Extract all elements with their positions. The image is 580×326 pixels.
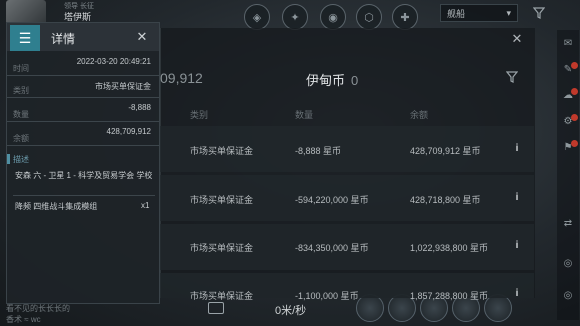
currency-name: 伊甸币 bbox=[306, 73, 346, 88]
field-value: 428,709,912 bbox=[106, 127, 152, 136]
row-amount: -834,350,000 bbox=[295, 243, 349, 253]
hud-shortcut-icon[interactable]: ◈ bbox=[244, 4, 270, 30]
detail-header: ☰ 详情 ✕ bbox=[7, 23, 159, 51]
hud-shortcut-icon[interactable]: ⬡ bbox=[356, 4, 382, 30]
field-label: 余额 bbox=[13, 134, 29, 143]
description-text: 安森 六 - 卫星 1 - 科学及贸易学会 学校 bbox=[15, 171, 153, 180]
rail-icon[interactable]: ☁ bbox=[560, 88, 578, 106]
bottom-left-text: 香术 ≈ wc bbox=[6, 315, 41, 324]
section-marker bbox=[7, 154, 10, 164]
speed-readout: 0米/秒 bbox=[275, 305, 307, 317]
currency-title: 伊甸币 0 bbox=[306, 70, 358, 89]
row-balance: 428,709,912 星币 bbox=[410, 146, 481, 156]
detail-panel: ☰ 详情 ✕ 时间 2022-03-20 20:49:21 类别 市场买单保证金… bbox=[6, 22, 160, 304]
row-balance: 428,718,800 星币 bbox=[410, 195, 481, 205]
divider bbox=[13, 195, 155, 196]
rail-icon[interactable]: ⚑ bbox=[560, 140, 578, 158]
field-value: 市场买单保证金 bbox=[95, 82, 151, 91]
right-rail: ✉ ✎ ☁ ⚙ ⚑ ⇄ ◎ ◎ bbox=[557, 30, 579, 320]
chevron-down-icon: ▾ bbox=[506, 7, 511, 18]
info-icon[interactable]: i bbox=[512, 192, 522, 204]
row-unit: 星币 bbox=[350, 195, 369, 205]
rail-icon[interactable]: ✎ bbox=[560, 62, 578, 80]
rail-icon[interactable]: ◎ bbox=[560, 258, 576, 274]
ship-dropdown[interactable]: 舰船 ▾ bbox=[440, 4, 518, 22]
item-quantity: x1 bbox=[141, 201, 150, 210]
balance-value: 09,912 bbox=[160, 70, 203, 86]
detail-field: 余额 428,709,912 bbox=[7, 121, 159, 146]
bottom-left-text: 看不见的长长长的 bbox=[6, 304, 70, 313]
row-category: 市场买单保证金 bbox=[190, 291, 254, 301]
filter-icon[interactable] bbox=[530, 4, 548, 22]
module-slot[interactable] bbox=[356, 294, 384, 322]
notification-badge bbox=[571, 88, 578, 95]
hud-shortcut-icon[interactable]: ✚ bbox=[392, 4, 418, 30]
row-unit: 星币 bbox=[350, 243, 369, 253]
camera-icon[interactable] bbox=[208, 302, 224, 314]
row-amount: -1,100,000 bbox=[295, 291, 339, 301]
notification-badge bbox=[571, 140, 578, 147]
row-category: 市场买单保证金 bbox=[190, 195, 254, 205]
field-label: 类别 bbox=[13, 86, 29, 95]
row-balance: 1,857,288,800 星币 bbox=[410, 291, 489, 301]
notification-badge bbox=[571, 114, 578, 121]
rail-icon[interactable]: ⇄ bbox=[560, 218, 576, 234]
row-amount: -594,220,000 bbox=[295, 195, 349, 205]
rail-icon[interactable]: ✉ bbox=[560, 38, 576, 54]
hud-shortcut-icon[interactable]: ✦ bbox=[282, 4, 308, 30]
row-unit: 星币 bbox=[340, 291, 359, 301]
close-icon[interactable]: ✕ bbox=[133, 28, 151, 46]
row-category: 市场买单保证金 bbox=[190, 146, 254, 156]
row-category: 市场买单保证金 bbox=[190, 243, 254, 253]
info-icon[interactable]: i bbox=[512, 240, 522, 252]
filter-icon[interactable] bbox=[503, 68, 521, 86]
currency-amount: 0 bbox=[351, 73, 359, 88]
menu-icon[interactable]: ☰ bbox=[10, 25, 40, 51]
rail-icon[interactable]: ⚙ bbox=[560, 114, 578, 132]
module-slot[interactable] bbox=[484, 294, 512, 322]
field-label: 数量 bbox=[13, 110, 29, 119]
detail-field: 类别 市场买单保证金 bbox=[7, 75, 159, 98]
hud-shortcut-icon[interactable]: ◉ bbox=[320, 4, 346, 30]
item-name[interactable]: 降频 四维战斗集成模组 bbox=[15, 201, 97, 212]
column-header-balance: 余额 bbox=[410, 110, 429, 120]
row-balance: 1,022,938,800 星币 bbox=[410, 243, 489, 253]
row-amount: -8,888 bbox=[295, 146, 321, 156]
info-icon[interactable]: i bbox=[512, 143, 522, 155]
ship-dropdown-label: 舰船 bbox=[447, 8, 466, 19]
rail-icon[interactable]: ◎ bbox=[560, 290, 576, 306]
detail-title: 详情 bbox=[51, 32, 76, 46]
description-label: 描述 bbox=[13, 155, 29, 164]
field-value: 2022-03-20 20:49:21 bbox=[76, 57, 151, 66]
info-icon[interactable]: i bbox=[512, 288, 522, 300]
close-icon[interactable]: ✕ bbox=[508, 30, 526, 48]
detail-field: 数量 -8,888 bbox=[7, 97, 159, 122]
field-label: 时间 bbox=[13, 64, 29, 73]
field-value: -8,888 bbox=[128, 103, 151, 112]
row-unit: 星币 bbox=[323, 146, 342, 156]
detail-field: 时间 2022-03-20 20:49:21 bbox=[7, 53, 159, 76]
notification-badge bbox=[571, 62, 578, 69]
column-header-amount: 数量 bbox=[295, 110, 314, 120]
column-header-category: 类别 bbox=[190, 110, 209, 120]
